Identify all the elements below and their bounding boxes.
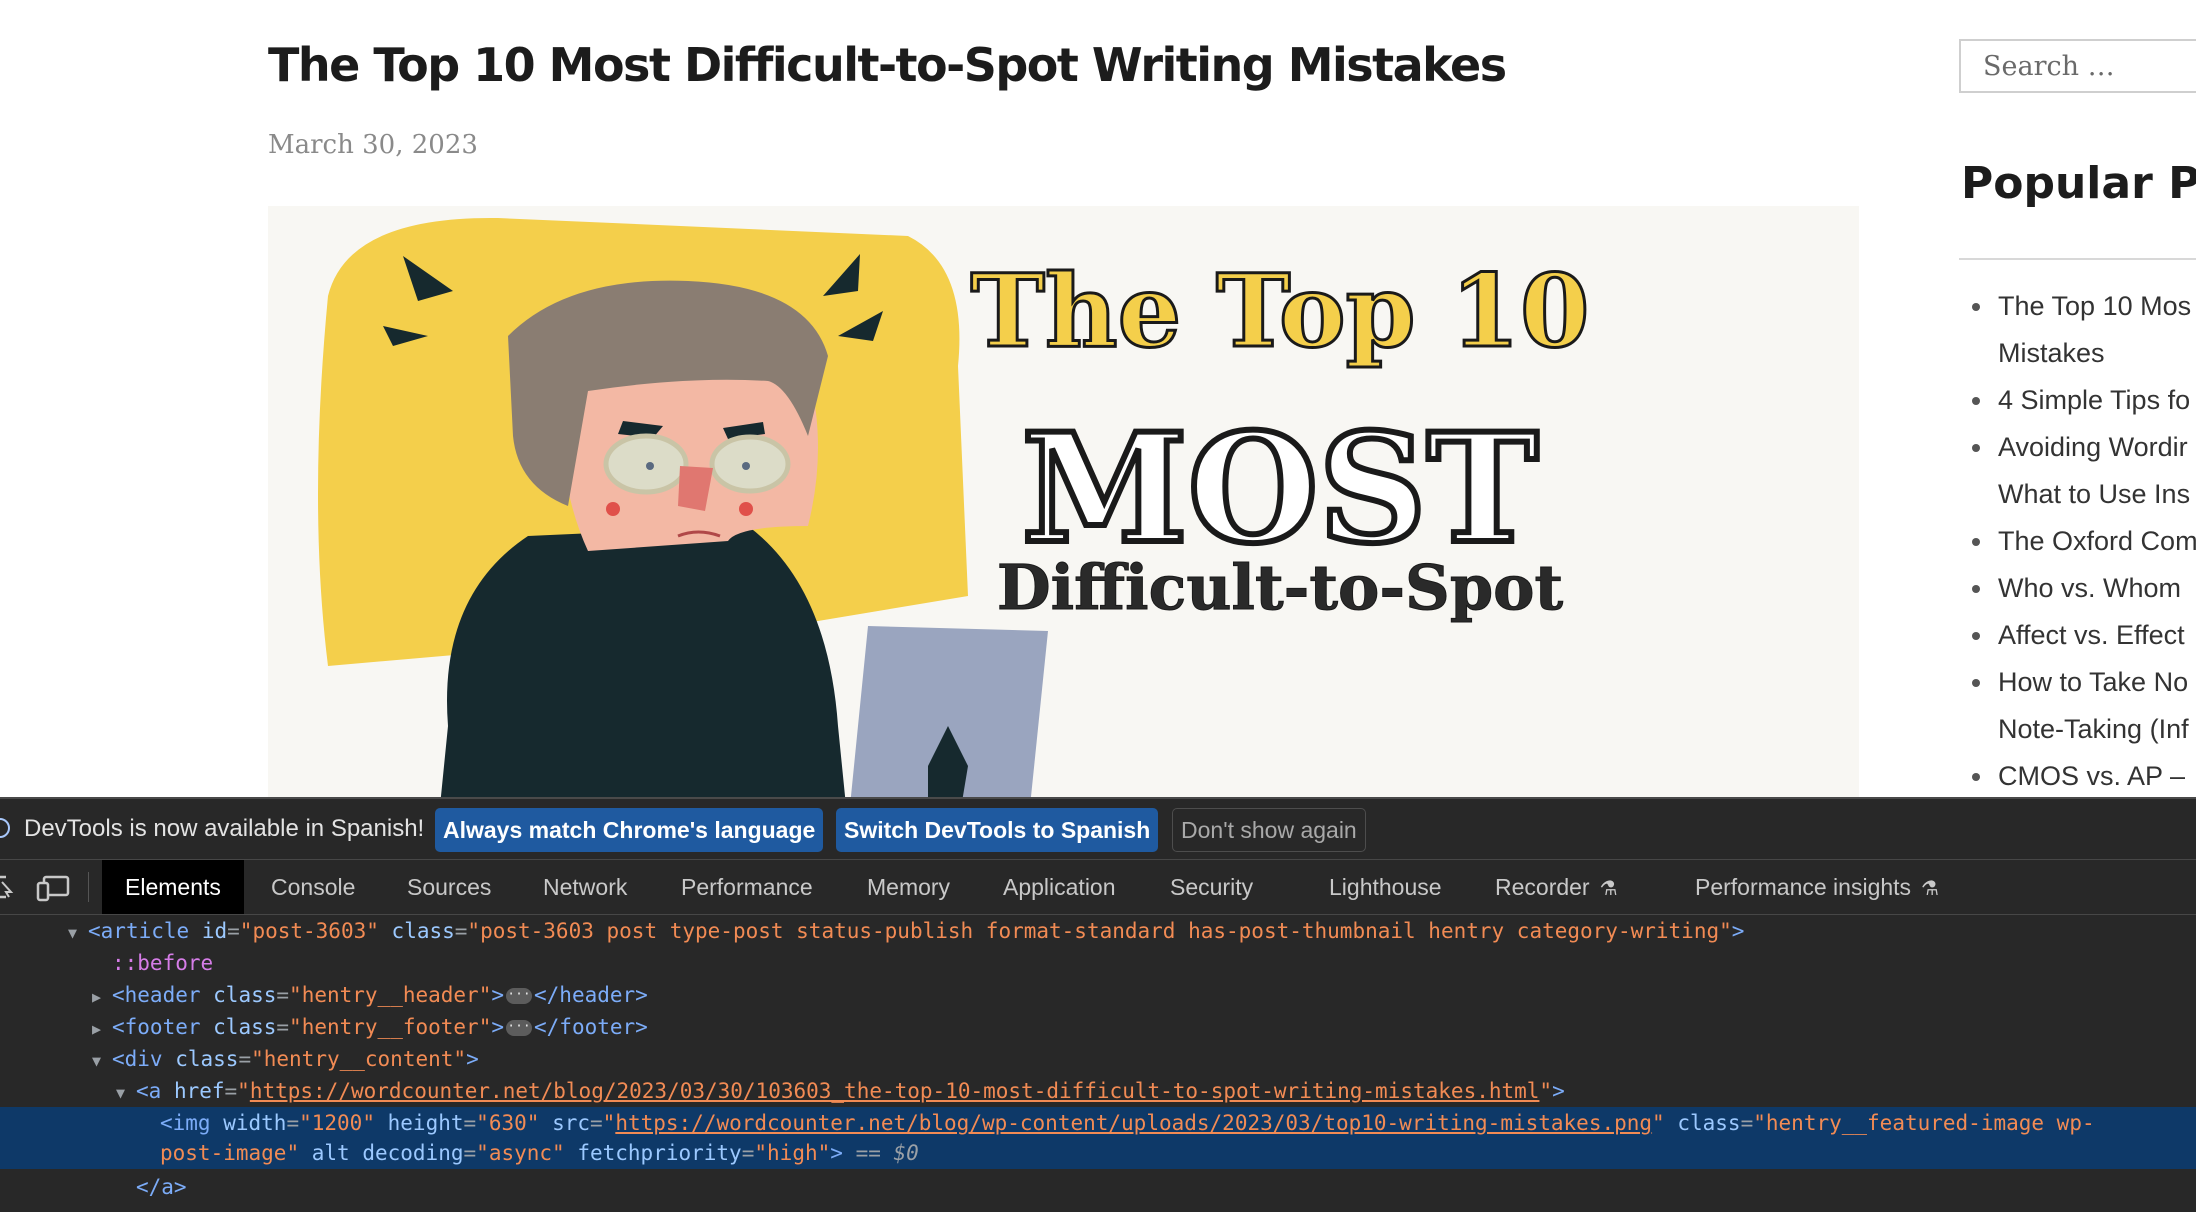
collapse-triangle-icon[interactable]: ▶ (92, 1013, 112, 1045)
info-icon (0, 818, 10, 838)
dom-node-footer[interactable]: ▶ <footer class="hentry__footer"> ··· </foo… (0, 1011, 2196, 1043)
collapse-triangle-icon[interactable]: ▶ (92, 981, 112, 1013)
tab-memory[interactable]: Memory (867, 860, 950, 914)
tab-performance[interactable]: Performance (681, 860, 813, 914)
dom-node-img-selected-continued[interactable]: post-image" alt decoding="async" fetchpr… (0, 1137, 2196, 1169)
character-glasses-right (709, 434, 791, 494)
tab-console[interactable]: Console (271, 860, 355, 914)
expand-triangle-icon[interactable]: ▼ (116, 1077, 136, 1109)
popular-post-link[interactable]: Affect vs. Effect (1959, 612, 2196, 659)
anchor-href-link[interactable]: https://wordcounter.net/blog/2023/03/30/… (250, 1079, 1540, 1103)
expand-triangle-icon[interactable]: ▼ (92, 1045, 112, 1077)
popular-post-link[interactable]: Avoiding Wordir (1959, 424, 2196, 471)
ellipsis-icon[interactable]: ··· (506, 988, 533, 1004)
experimental-flask-icon: ⚗ (1599, 878, 1618, 900)
language-infobar: DevTools is now available in Spanish! Al… (0, 799, 2196, 860)
infobar-message: DevTools is now available in Spanish! (24, 815, 425, 842)
tab-application[interactable]: Application (1003, 860, 1116, 914)
tab-sources[interactable]: Sources (407, 860, 491, 914)
dom-node-div-content[interactable]: ▼ <div class="hentry__content"> (0, 1043, 2196, 1075)
character-glasses-left (603, 433, 689, 495)
dom-node-header[interactable]: ▶ <header class="hentry__header"> ··· </hea… (0, 979, 2196, 1011)
dom-node-anchor-close[interactable]: </a> (0, 1171, 2196, 1203)
dom-node-img-selected[interactable]: <img width="1200" height="630" src="http… (0, 1107, 2196, 1139)
ellipsis-icon[interactable]: ··· (506, 1020, 533, 1036)
toolbar-separator (88, 872, 89, 902)
popular-post-link[interactable]: Who vs. Whom (1959, 565, 2196, 612)
always-match-language-button[interactable]: Always match Chrome's language (435, 808, 824, 852)
popular-posts-heading: Popular Po (1961, 158, 2196, 209)
heading-divider (1959, 258, 2196, 260)
popular-post-link[interactable]: 4 Simple Tips fo (1959, 377, 2196, 424)
devtools-panel: DevTools is now available in Spanish! Al… (0, 797, 2196, 1212)
popular-post-link-continued[interactable]: Note-Taking (Inf (1959, 706, 2196, 753)
dont-show-again-button[interactable]: Don't show again (1172, 808, 1366, 852)
dom-node-anchor[interactable]: ▼ <a href="https://wordcounter.net/blog/2… (0, 1075, 2196, 1107)
popular-post-link-continued[interactable]: Mistakes (1959, 330, 2196, 377)
inspect-element-icon[interactable] (0, 874, 14, 905)
popular-post-link[interactable]: CMOS vs. AP – (1959, 753, 2196, 797)
switch-to-spanish-button[interactable]: Switch DevTools to Spanish (836, 808, 1159, 852)
devtools-tabbar: Elements Console Sources Network Perform… (0, 860, 2196, 915)
selected-node-marker: == $0 (855, 1141, 919, 1165)
dom-node-article[interactable]: ▼ <article id="post-3603" class="post-360… (0, 915, 2196, 947)
popular-post-link[interactable]: The Top 10 Mos (1959, 283, 2196, 330)
search-input[interactable]: Search … (1959, 39, 2196, 93)
dom-tree: ▼ <article id="post-3603" class="post-360… (0, 915, 2196, 1212)
popular-post-link[interactable]: The Oxford Com (1959, 518, 2196, 565)
expand-triangle-icon[interactable]: ▼ (68, 917, 88, 949)
poster-text-line1: The Top 10 (970, 252, 1589, 370)
article-id-value[interactable]: post-3603 (252, 919, 366, 943)
poster-text-line3: Difficult-to-Spot (997, 551, 1564, 624)
tab-performance-insights[interactable]: Performance insights ⚗ (1695, 860, 1939, 914)
featured-image[interactable]: The Top 10 MOST Difficult-to-Spot (268, 206, 1859, 797)
tab-performance-insights-label: Performance insights (1695, 874, 1912, 900)
tab-elements[interactable]: Elements (102, 860, 244, 914)
tab-network[interactable]: Network (543, 860, 627, 914)
img-src-link[interactable]: https://wordcounter.net/blog/wp-content/… (615, 1111, 1652, 1135)
post-title[interactable]: The Top 10 Most Difficult-to-Spot Writin… (268, 38, 1507, 92)
popular-posts-list: The Top 10 Mos Mistakes 4 Simple Tips fo… (1959, 283, 2196, 797)
tab-lighthouse[interactable]: Lighthouse (1329, 860, 1442, 914)
post-date: March 30, 2023 (268, 130, 478, 160)
tab-security[interactable]: Security (1170, 860, 1253, 914)
article-class-value[interactable]: post-3603 post type-post status-publish … (480, 919, 1719, 943)
popular-post-link-continued[interactable]: What to Use Ins (1959, 471, 2196, 518)
dom-node-before[interactable]: ::before (0, 947, 2196, 979)
popular-post-link[interactable]: How to Take No (1959, 659, 2196, 706)
web-page: The Top 10 Most Difficult-to-Spot Writin… (0, 0, 2196, 797)
tab-recorder[interactable]: Recorder ⚗ (1495, 860, 1618, 914)
tab-recorder-label: Recorder (1495, 874, 1590, 900)
device-toolbar-icon[interactable] (36, 874, 70, 907)
character-jacket (440, 526, 846, 797)
experimental-flask-icon: ⚗ (1921, 878, 1939, 900)
